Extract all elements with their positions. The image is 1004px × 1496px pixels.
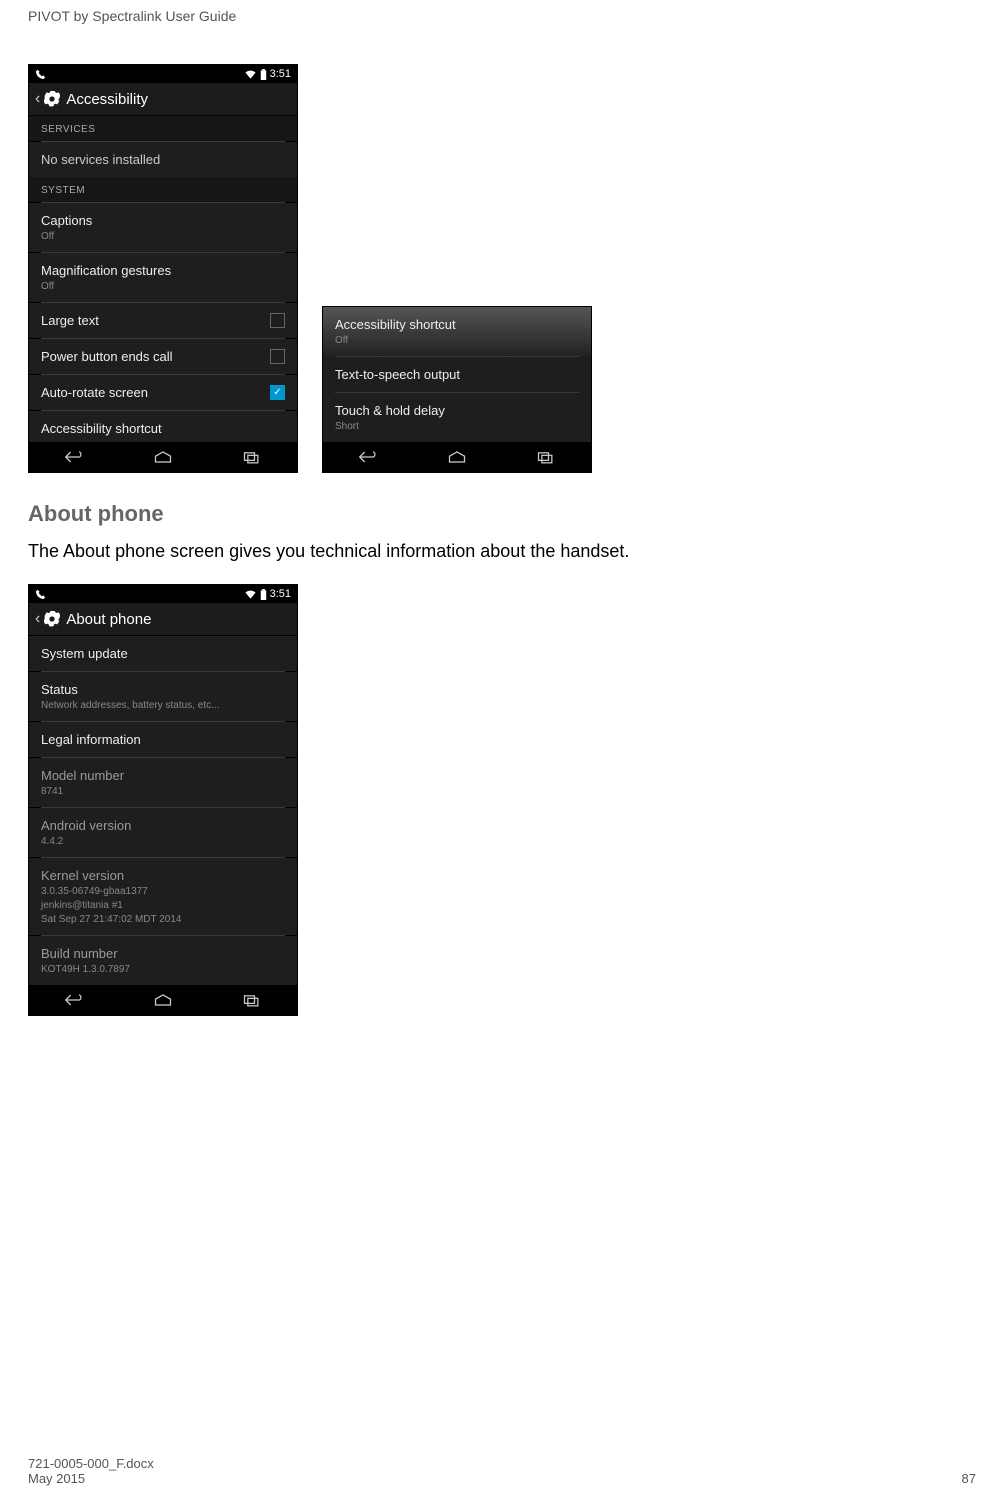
gear-icon <box>44 611 60 627</box>
back-icon[interactable]: ‹ <box>35 90 40 108</box>
nav-bar <box>29 985 297 1015</box>
no-services-item: No services installed <box>29 142 297 177</box>
nav-back-icon[interactable] <box>64 993 84 1007</box>
section-system: SYSTEM <box>29 177 297 202</box>
model-number-item: Model number8741 <box>29 758 297 807</box>
nav-home-icon[interactable] <box>153 993 173 1007</box>
body-paragraph: The About phone screen gives you technic… <box>28 541 976 562</box>
title-bar[interactable]: ‹ About phone <box>29 603 297 636</box>
wifi-icon <box>244 69 257 80</box>
nav-home-icon[interactable] <box>153 450 173 464</box>
status-time: 3:51 <box>270 588 291 600</box>
section-heading-about-phone: About phone <box>28 501 976 527</box>
kernel-version-item: Kernel version3.0.35-06749-gbaa1377jenki… <box>29 858 297 935</box>
nav-back-icon[interactable] <box>358 450 378 464</box>
phone-icon <box>35 69 46 80</box>
android-version-item: Android version4.4.2 <box>29 808 297 857</box>
nav-recent-icon[interactable] <box>242 450 262 464</box>
screen-title: About phone <box>66 611 151 628</box>
system-update-item[interactable]: System update <box>29 636 297 671</box>
auto-rotate-item[interactable]: Auto-rotate screen✓ <box>29 375 297 410</box>
footer-page-number: 87 <box>962 1471 976 1486</box>
footer-date: May 2015 <box>28 1471 154 1486</box>
screenshot-accessibility-main: 3:51 ‹ Accessibility SERVICES No service… <box>28 64 298 473</box>
status-bar: 3:51 <box>29 65 297 83</box>
nav-recent-icon[interactable] <box>242 993 262 1007</box>
magnification-item[interactable]: Magnification gesturesOff <box>29 253 297 302</box>
nav-home-icon[interactable] <box>447 450 467 464</box>
status-bar: 3:51 <box>29 585 297 603</box>
gear-icon <box>44 91 60 107</box>
legal-item[interactable]: Legal information <box>29 722 297 757</box>
phone-icon <box>35 589 46 600</box>
large-text-item[interactable]: Large text <box>29 303 297 338</box>
touch-hold-item[interactable]: Touch & hold delayShort <box>323 393 591 442</box>
status-item[interactable]: StatusNetwork addresses, battery status,… <box>29 672 297 721</box>
tts-item[interactable]: Text-to-speech output <box>323 357 591 392</box>
nav-back-icon[interactable] <box>64 450 84 464</box>
battery-icon <box>260 69 267 80</box>
checkbox-checked-icon[interactable]: ✓ <box>270 385 285 400</box>
back-icon[interactable]: ‹ <box>35 610 40 628</box>
nav-bar <box>323 442 591 472</box>
title-bar[interactable]: ‹ Accessibility <box>29 83 297 116</box>
page-footer: 721-0005-000_F.docx May 2015 87 <box>28 1456 976 1486</box>
document-header: PIVOT by Spectralink User Guide <box>28 0 976 64</box>
screenshot-about-phone: 3:51 ‹ About phone System update StatusN… <box>28 584 298 1016</box>
accessibility-shortcut-item[interactable]: Accessibility shortcut <box>29 411 297 442</box>
nav-bar <box>29 442 297 472</box>
accessibility-shortcut-item[interactable]: Accessibility shortcutOff <box>323 307 591 356</box>
build-number-item: Build numberKOT49H 1.3.0.7897 <box>29 936 297 985</box>
screenshot-accessibility-scrolled: Accessibility shortcutOff Text-to-speech… <box>322 306 592 473</box>
captions-item[interactable]: CaptionsOff <box>29 203 297 252</box>
power-button-item[interactable]: Power button ends call <box>29 339 297 374</box>
checkbox-unchecked-icon[interactable] <box>270 313 285 328</box>
footer-doc: 721-0005-000_F.docx <box>28 1456 154 1471</box>
battery-icon <box>260 589 267 600</box>
wifi-icon <box>244 589 257 600</box>
nav-recent-icon[interactable] <box>536 450 556 464</box>
screen-title: Accessibility <box>66 91 148 108</box>
checkbox-unchecked-icon[interactable] <box>270 349 285 364</box>
section-services: SERVICES <box>29 116 297 141</box>
status-time: 3:51 <box>270 68 291 80</box>
